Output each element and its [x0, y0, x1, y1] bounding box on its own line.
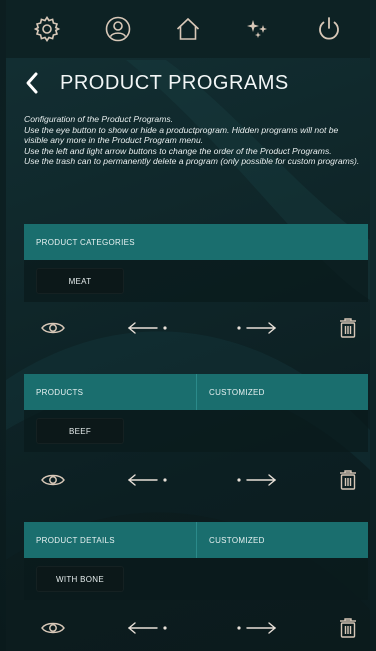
move-right-button[interactable] — [233, 473, 277, 487]
section-header-label: PRODUCT CATEGORIES — [36, 237, 135, 247]
visibility-toggle-button[interactable] — [40, 620, 66, 636]
section-header: PRODUCT DETAILS CUSTOMIZED — [24, 522, 368, 558]
user-button[interactable] — [98, 9, 138, 49]
product-actions-row — [24, 460, 368, 500]
products-section: PRODUCTS CUSTOMIZED BEEF — [24, 374, 368, 452]
trash-icon — [339, 470, 356, 490]
arrow-left-icon — [128, 474, 167, 486]
move-left-button[interactable] — [127, 321, 171, 335]
product-details-section: PRODUCT DETAILS CUSTOMIZED WITH BONE — [24, 522, 368, 600]
trash-icon — [339, 318, 356, 338]
section-body: BEEF — [24, 410, 368, 452]
favorites-button[interactable] — [238, 9, 278, 49]
user-icon — [105, 16, 130, 42]
arrow-right-icon — [237, 622, 276, 634]
home-icon — [176, 17, 200, 40]
page-description: Configuration of the Product Programs. U… — [24, 114, 362, 167]
delete-button[interactable] — [338, 317, 358, 339]
visibility-toggle-button[interactable] — [40, 472, 66, 488]
move-left-button[interactable] — [127, 473, 171, 487]
section-body: WITH BONE — [24, 558, 368, 600]
section-body: MEAT — [24, 260, 368, 302]
description-line: Use the eye button to show or hide a pro… — [24, 124, 339, 146]
section-header: PRODUCT CATEGORIES — [24, 224, 368, 260]
back-button[interactable] — [24, 69, 46, 97]
move-left-button[interactable] — [127, 621, 171, 635]
section-header-label: PRODUCTS — [36, 387, 84, 397]
section-header: PRODUCTS CUSTOMIZED — [24, 374, 368, 410]
product-categories-section: PRODUCT CATEGORIES MEAT — [24, 224, 368, 302]
gear-icon — [33, 16, 61, 42]
eye-icon — [41, 322, 65, 334]
trash-icon — [339, 618, 356, 638]
home-button[interactable] — [168, 9, 208, 49]
delete-button[interactable] — [338, 617, 358, 639]
category-item-button[interactable]: MEAT — [36, 268, 124, 294]
eye-icon — [41, 622, 65, 634]
description-line: Use the left and light arrow buttons to … — [24, 145, 332, 156]
product-item-button[interactable]: BEEF — [36, 418, 124, 444]
arrow-left-icon — [128, 622, 167, 634]
power-button[interactable] — [309, 9, 349, 49]
section-header-label: PRODUCT DETAILS — [36, 535, 115, 545]
visibility-toggle-button[interactable] — [40, 320, 66, 336]
power-icon — [318, 17, 339, 40]
product-detail-item-button[interactable]: WITH BONE — [36, 566, 124, 592]
arrow-right-icon — [237, 322, 276, 334]
category-actions-row — [24, 308, 368, 348]
app-screen: PRODUCT PROGRAMS Configuration of the Pr… — [6, 0, 370, 651]
description-line: Use the trash can to permanently delete … — [24, 156, 360, 167]
description-line: Configuration of the Product Programs. — [24, 114, 174, 124]
arrow-left-icon — [128, 322, 167, 334]
top-navigation-bar — [6, 0, 370, 58]
section-header-label: CUSTOMIZED — [196, 522, 368, 558]
product-detail-actions-row — [24, 608, 368, 648]
chevron-left-icon — [26, 72, 38, 94]
eye-icon — [41, 474, 65, 486]
arrow-right-icon — [237, 474, 276, 486]
sparkle-icon — [247, 20, 268, 38]
page-title: PRODUCT PROGRAMS — [60, 71, 289, 94]
delete-button[interactable] — [338, 469, 358, 491]
section-header-label: CUSTOMIZED — [196, 374, 368, 410]
settings-button[interactable] — [27, 9, 67, 49]
page-header: PRODUCT PROGRAMS — [24, 66, 289, 100]
move-right-button[interactable] — [233, 621, 277, 635]
move-right-button[interactable] — [233, 321, 277, 335]
